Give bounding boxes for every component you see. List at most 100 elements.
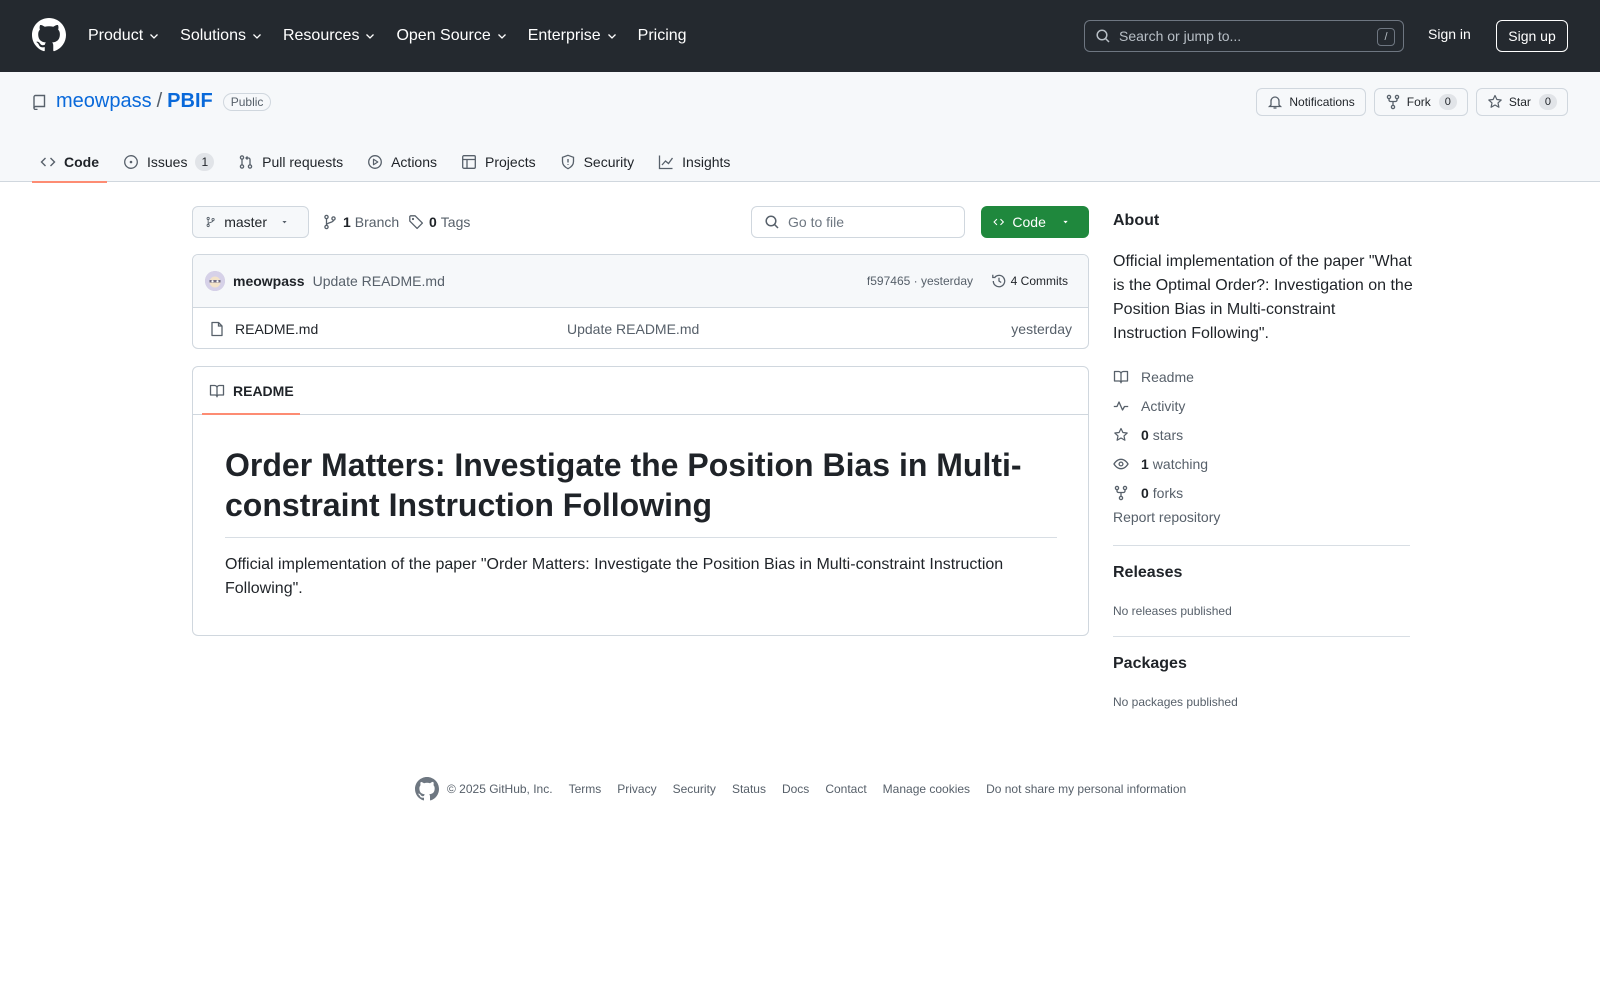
report-repository-link[interactable]: Report repository [1113, 509, 1220, 525]
packages-heading[interactable]: Packages [1113, 655, 1187, 673]
readme-tab-label: README [233, 382, 294, 399]
code-dropdown-button[interactable]: Code [981, 206, 1089, 238]
tag-label: Tags [440, 214, 471, 230]
fork-button[interactable]: Fork 0 [1373, 88, 1468, 116]
fork-icon [1386, 94, 1399, 110]
footer-link-privacy[interactable]: Privacy [617, 782, 656, 796]
search-placeholder: Search or jump to... [1119, 28, 1242, 44]
code-icon [993, 218, 1005, 226]
notifications-button[interactable]: Notifications [1256, 88, 1366, 116]
tab-label: Code [64, 154, 99, 170]
readme-tab[interactable]: README [193, 367, 1088, 415]
nav-label: Product [88, 27, 144, 44]
nav-solutions[interactable]: Solutions [180, 27, 263, 45]
tab-label: Pull requests [262, 154, 344, 170]
repo-actions: Notifications Fork 0 Star 0 [1248, 88, 1568, 116]
footer-link-docs[interactable]: Docs [782, 782, 809, 796]
releases-heading[interactable]: Releases [1113, 564, 1182, 582]
branch-selector-button[interactable]: master [192, 206, 309, 238]
graph-icon [659, 155, 674, 170]
page-footer: © 2025 GitHub, Inc. Terms Privacy Securi… [415, 777, 1186, 801]
footer-link-contact[interactable]: Contact [825, 782, 866, 796]
repo-separator: / [156, 90, 163, 112]
footer-link-terms[interactable]: Terms [569, 782, 602, 796]
top-nav: Product Solutions Resources Open Source … [88, 0, 707, 72]
github-logo-icon[interactable] [415, 777, 439, 801]
table-row[interactable]: README.md Update README.md yesterday [193, 308, 1088, 348]
tab-projects[interactable]: Projects [453, 142, 544, 182]
book-icon [1113, 370, 1129, 383]
sign-in-link[interactable]: Sign in [1428, 26, 1471, 42]
latest-commit-row: meowpass Update README.md f597465 · yest… [193, 255, 1088, 308]
chevron-down-icon [366, 34, 375, 39]
tab-actions[interactable]: Actions [359, 142, 445, 182]
stars-link[interactable]: 0 stars [1113, 420, 1208, 449]
search-icon [765, 215, 779, 229]
watching-label: watching [1152, 455, 1209, 472]
tag-count: 0 [429, 214, 437, 230]
tab-label: Security [583, 154, 635, 170]
commit-hash-time[interactable]: f597465 · yesterday [867, 274, 973, 288]
tab-code[interactable]: Code [32, 142, 107, 183]
nav-label: Enterprise [527, 27, 601, 44]
releases-empty-text: No releases published [1113, 604, 1232, 618]
packages-empty-text: No packages published [1113, 695, 1238, 709]
tag-icon [409, 215, 424, 230]
file-commit-message-link[interactable]: Update README.md [567, 321, 699, 337]
go-to-file-placeholder: Go to file [788, 214, 845, 230]
commit-message-link[interactable]: Update README.md [313, 273, 445, 289]
repo-name-link[interactable]: PBIF [167, 90, 213, 113]
branch-icon [206, 216, 215, 228]
file-name-link[interactable]: README.md [235, 321, 318, 337]
activity-link[interactable]: Activity [1113, 391, 1208, 420]
readme-title: Order Matters: Investigate the Position … [225, 445, 1057, 538]
nav-resources[interactable]: Resources [283, 27, 376, 45]
footer-link-do-not-share[interactable]: Do not share my personal information [986, 782, 1186, 796]
tab-issues[interactable]: Issues 1 [115, 142, 222, 182]
search-input[interactable]: Search or jump to... / [1084, 20, 1404, 52]
sidebar-divider [1113, 636, 1410, 637]
pull-request-icon [239, 155, 253, 169]
readme-link-label: Readme [1141, 368, 1194, 385]
nav-label: Open Source [396, 27, 491, 44]
visibility-badge: Public [222, 92, 272, 111]
avatar[interactable] [205, 271, 225, 291]
global-header: Product Solutions Resources Open Source … [0, 0, 1600, 72]
nav-product[interactable]: Product [88, 27, 160, 45]
tab-insights[interactable]: Insights [650, 142, 738, 182]
tab-security[interactable]: Security [552, 142, 643, 182]
go-to-file-input[interactable]: Go to file [751, 206, 965, 238]
issues-count: 1 [195, 153, 215, 171]
branch-icon [324, 214, 336, 230]
repo-header: meowpass / PBIF Public Notifications For… [0, 72, 1600, 183]
avatar-image-icon [205, 271, 225, 291]
github-logo-icon[interactable] [32, 18, 66, 52]
forks-link[interactable]: 0 forks [1113, 478, 1208, 507]
footer-link-security[interactable]: Security [673, 782, 716, 796]
footer-link-manage-cookies[interactable]: Manage cookies [883, 782, 970, 796]
star-button[interactable]: Star 0 [1475, 88, 1568, 116]
sign-up-button[interactable]: Sign up [1496, 20, 1568, 52]
tab-pull-requests[interactable]: Pull requests [230, 142, 351, 182]
code-button-label: Code [1012, 214, 1046, 230]
fork-count: 0 [1438, 94, 1457, 110]
commit-author-link[interactable]: meowpass [233, 273, 305, 289]
tags-link[interactable]: 0 Tags [408, 214, 470, 230]
nav-open-source[interactable]: Open Source [396, 27, 507, 45]
branch-name: master [224, 214, 267, 230]
forks-label: forks [1152, 484, 1184, 501]
commits-history-link[interactable]: 4 Commits [991, 273, 1068, 289]
bell-icon [1268, 96, 1283, 109]
nav-pricing[interactable]: Pricing [638, 27, 687, 45]
tab-label: Actions [391, 154, 438, 170]
footer-link-status[interactable]: Status [732, 782, 766, 796]
nav-enterprise[interactable]: Enterprise [528, 27, 618, 45]
readme-link[interactable]: Readme [1113, 362, 1208, 391]
branches-link[interactable]: 1 Branch [322, 214, 399, 230]
repo-owner-link[interactable]: meowpass [56, 90, 152, 113]
forks-count: 0 [1141, 484, 1149, 501]
watching-link[interactable]: 1 watching [1113, 449, 1208, 478]
notifications-label: Notifications [1289, 95, 1355, 109]
sidebar-divider [1113, 545, 1410, 546]
fork-icon [1114, 485, 1128, 500]
